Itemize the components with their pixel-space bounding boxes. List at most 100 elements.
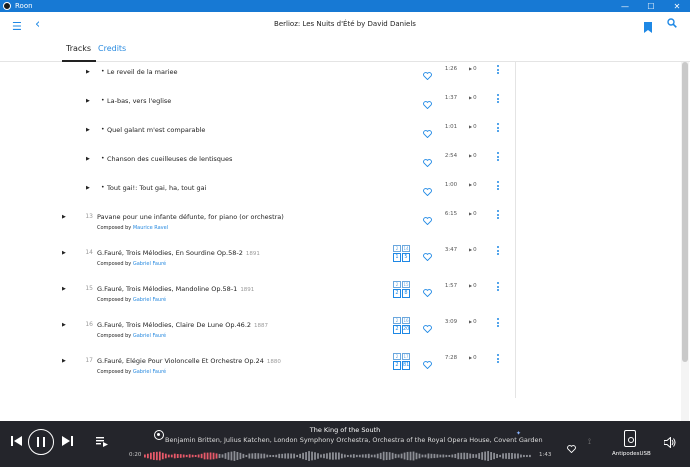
heart-icon[interactable] (423, 210, 432, 226)
track-title[interactable]: Le reveil de la mariee (107, 68, 177, 76)
track-duration: 1:57 (444, 283, 458, 289)
heart-icon[interactable] (423, 152, 432, 168)
play-triangle-icon[interactable]: ▶ (62, 214, 66, 220)
play-triangle-icon[interactable]: ▶ (86, 185, 90, 191)
vertical-dots-icon[interactable] (497, 123, 500, 134)
maximize-button[interactable]: ☐ (638, 0, 664, 12)
now-playing-bar: The King of the South Benjamin Britten, … (0, 421, 690, 467)
play-count-value: 0 (473, 319, 477, 325)
signal-path-icon[interactable] (154, 430, 164, 440)
tab-tracks[interactable]: Tracks (66, 44, 91, 53)
disc-badge-bottom-right: 5 (402, 253, 410, 262)
heart-icon[interactable] (423, 94, 432, 110)
composer-link[interactable]: Gabriel Fauré (133, 369, 166, 375)
track-title[interactable]: Quel galant m'est comparable (107, 126, 205, 134)
pause-icon (37, 437, 39, 447)
disc-badge-bottom-left: 1 (393, 253, 401, 262)
skip-previous-icon[interactable] (11, 435, 22, 449)
track-title[interactable]: G.Fauré, Elégie Pour Violoncelle Et Orch… (97, 357, 281, 365)
composer-link[interactable]: Gabriel Fauré (133, 333, 166, 339)
page-title: Berlioz: Les Nuits d'Été by David Daniel… (274, 20, 416, 28)
subtrack-row[interactable]: ▶ • La-bas, vers l'eglise 1:37 ▶0 (0, 91, 516, 119)
heart-icon[interactable] (423, 246, 432, 262)
track-title[interactable]: La-bas, vers l'eglise (107, 97, 171, 105)
play-triangle-icon[interactable]: ▶ (62, 322, 66, 328)
play-triangle-icon[interactable]: ▶ (86, 156, 90, 162)
track-row[interactable]: ▶ 16 G.Fauré, Trois Mélodies, Claire De Lu… (0, 314, 516, 348)
heart-icon[interactable] (423, 123, 432, 139)
vertical-dots-icon[interactable] (497, 181, 500, 192)
track-title-text[interactable]: G.Fauré, Trois Mélodies, En Sourdine Op.… (97, 249, 243, 257)
track-row[interactable]: ▶ 13 Pavane pour une infante défunte, for … (0, 206, 516, 240)
disc-track-badge: 2 16 2 20 (392, 317, 411, 334)
minimize-button[interactable]: — (612, 0, 638, 12)
heart-icon[interactable] (423, 282, 432, 298)
bullet-icon: • (101, 126, 105, 133)
vertical-dots-icon[interactable] (497, 152, 500, 163)
heart-icon[interactable] (423, 181, 432, 197)
waveform-seekbar[interactable] (144, 451, 532, 461)
track-title-text[interactable]: G.Fauré, Trois Mélodies, Claire De Lune … (97, 321, 251, 329)
heart-icon[interactable] (567, 438, 576, 457)
subtrack-row[interactable]: ▶ • Tout gai!: Tout gai, ha, tout gai 1:00 ▶… (0, 178, 516, 206)
volume-icon[interactable] (663, 436, 676, 451)
composer-link[interactable]: Gabriel Fauré (133, 261, 166, 267)
play-triangle-icon[interactable]: ▶ (86, 98, 90, 104)
composer-link[interactable]: Gabriel Fauré (133, 297, 166, 303)
play-triangle-icon[interactable]: ▶ (62, 286, 66, 292)
bookmark-icon[interactable] (644, 18, 652, 37)
queue-icon[interactable] (96, 437, 108, 450)
zone-name[interactable]: AntipodesUSB (612, 451, 651, 457)
track-title-text[interactable]: G.Fauré, Trois Mélodies, Mandoline Op.58… (97, 285, 237, 293)
disc-badge-top-right: 16 (402, 317, 410, 324)
vertical-dots-icon[interactable] (497, 65, 500, 76)
skip-next-icon[interactable] (62, 435, 73, 449)
track-title[interactable]: Tout gai!: Tout gai, ha, tout gai (107, 184, 206, 192)
track-title[interactable]: Chanson des cueilleuses de lentisques (107, 155, 232, 163)
bullet-icon: • (101, 184, 105, 191)
heart-icon[interactable] (423, 354, 432, 370)
play-count-value: 0 (473, 247, 477, 253)
now-playing-artists[interactable]: Benjamin Britten, Julius Katchen, London… (165, 436, 543, 444)
subtrack-row[interactable]: ▶ • Chanson des cueilleuses de lentisques 2… (0, 149, 516, 177)
total-time: 1:43 (539, 452, 552, 458)
subtrack-row[interactable]: ▶ • Quel galant m'est comparable 1:01 ▶0 (0, 120, 516, 148)
track-title[interactable]: Pavane pour une infante défunte, for pia… (97, 213, 284, 221)
composed-by-label: Composed by (97, 261, 132, 267)
play-count-icon: ▶ (469, 319, 473, 324)
track-title[interactable]: G.Fauré, Trois Mélodies, Claire De Lune … (97, 321, 268, 329)
track-row[interactable]: ▶ 14 G.Fauré, Trois Mélodies, En Sourdine … (0, 242, 516, 276)
track-row[interactable]: ▶ 17 G.Fauré, Elégie Pour Violoncelle Et O… (0, 350, 516, 384)
disc-badge-bottom-right: 81 (402, 361, 410, 370)
track-duration: 6:15 (444, 211, 458, 217)
play-triangle-icon[interactable]: ▶ (62, 358, 66, 364)
vertical-dots-icon[interactable] (497, 318, 500, 329)
tab-credits[interactable]: Credits (98, 44, 126, 53)
heart-icon[interactable] (423, 318, 432, 334)
speaker-icon[interactable] (624, 430, 636, 447)
close-button[interactable]: ✕ (664, 0, 690, 12)
vertical-dots-icon[interactable] (497, 94, 500, 105)
now-playing-title[interactable]: The King of the South (0, 426, 690, 434)
play-triangle-icon[interactable]: ▶ (62, 250, 66, 256)
composer-link[interactable]: Maurice Ravel (133, 225, 168, 231)
track-title[interactable]: G.Fauré, Trois Mélodies, Mandoline Op.58… (97, 285, 254, 293)
vertical-dots-icon[interactable] (497, 210, 500, 221)
search-icon[interactable] (667, 18, 677, 31)
vertical-dots-icon[interactable] (497, 282, 500, 293)
track-row[interactable]: ▶ 15 G.Fauré, Trois Mélodies, Mandoline Op… (0, 278, 516, 312)
play-triangle-icon[interactable]: ▶ (86, 69, 90, 75)
play-count: ▶0 (469, 355, 477, 361)
track-title-text[interactable]: Pavane pour une infante défunte, for pia… (97, 213, 284, 221)
track-title[interactable]: G.Fauré, Trois Mélodies, En Sourdine Op.… (97, 249, 260, 257)
track-title-text[interactable]: G.Fauré, Elégie Pour Violoncelle Et Orch… (97, 357, 264, 365)
scrollbar-thumb[interactable] (682, 62, 688, 362)
vertical-dots-icon[interactable] (497, 354, 500, 365)
subtrack-row[interactable]: ▶ • Le reveil de la mariee 1:26 ▶0 (0, 62, 516, 90)
radio-icon[interactable]: ⟟ (588, 437, 591, 447)
heart-icon[interactable] (423, 65, 432, 81)
vertical-dots-icon[interactable] (497, 246, 500, 257)
play-triangle-icon[interactable]: ▶ (86, 127, 90, 133)
track-duration: 3:47 (444, 247, 458, 253)
disc-track-badge: 2 14 1 5 (392, 245, 411, 262)
